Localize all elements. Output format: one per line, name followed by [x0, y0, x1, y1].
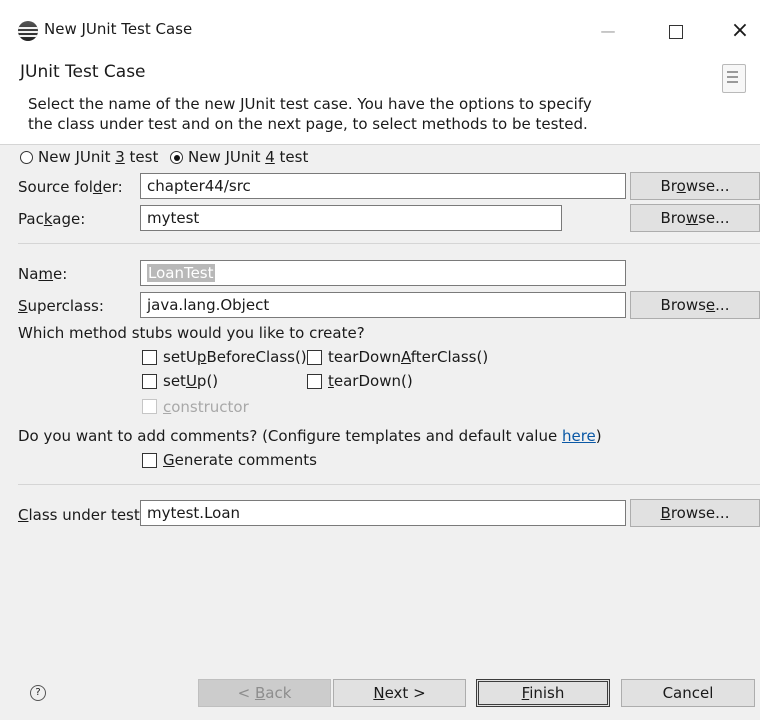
superclass-label: Superclass:	[18, 297, 104, 315]
help-icon[interactable]: ?	[30, 685, 46, 701]
teardownafterclass-checkbox[interactable]	[307, 350, 322, 365]
method-stubs-question: Which method stubs would you like to cre…	[18, 324, 365, 342]
maximize-icon	[669, 24, 683, 39]
generate-comments-label[interactable]: Generate comments	[163, 451, 317, 469]
setup-checkbox[interactable]	[142, 374, 157, 389]
superclass-browse-button[interactable]: Browse...	[630, 291, 760, 319]
junit3-label[interactable]: New JUnit 3 test	[38, 148, 158, 166]
finish-button[interactable]: Finish	[476, 679, 610, 707]
setupbeforeclass-checkbox[interactable]	[142, 350, 157, 365]
separator	[18, 484, 760, 485]
teardownafterclass-label[interactable]: tearDownAfterClass()	[328, 348, 488, 366]
class-under-test-label: Class under test:	[18, 506, 145, 524]
source-folder-input[interactable]: chapter44/src	[140, 173, 626, 199]
wizard-description: Select the name of the new JUnit test ca…	[28, 94, 648, 134]
teardown-label[interactable]: tearDown()	[328, 372, 413, 390]
constructor-checkbox	[142, 399, 157, 414]
wizard-page-icon	[722, 64, 746, 93]
class-under-test-input[interactable]: mytest.Loan	[140, 500, 626, 526]
eclipse-logo-icon	[18, 21, 38, 41]
configure-templates-link[interactable]: here	[562, 427, 596, 445]
wizard-page-title: JUnit Test Case	[20, 62, 146, 82]
setupbeforeclass-label[interactable]: setUpBeforeClass()	[163, 348, 307, 366]
cancel-button[interactable]: Cancel	[621, 679, 755, 707]
name-input[interactable]: LoanTest	[140, 260, 626, 286]
junit3-radio[interactable]	[20, 151, 33, 164]
separator	[18, 243, 760, 244]
superclass-input[interactable]: java.lang.Object	[140, 292, 626, 318]
source-folder-label: Source folder:	[18, 178, 123, 196]
generate-comments-checkbox[interactable]	[142, 453, 157, 468]
package-input[interactable]: mytest	[140, 205, 562, 231]
next-button[interactable]: Next >	[333, 679, 466, 707]
package-browse-button[interactable]: Browse...	[630, 204, 760, 232]
package-label: Package:	[18, 210, 86, 228]
window-title: New JUnit Test Case	[44, 20, 193, 38]
name-value: LoanTest	[147, 264, 215, 282]
comments-question: Do you want to add comments? (Configure …	[18, 427, 602, 445]
description-line-2: the class under test and on the next pag…	[28, 115, 588, 133]
source-folder-browse-button[interactable]: Browse...	[630, 172, 760, 200]
maximize-button[interactable]	[656, 14, 696, 48]
constructor-label: constructor	[163, 398, 249, 416]
setup-label[interactable]: setUp()	[163, 372, 218, 390]
close-button[interactable]: ×	[720, 14, 760, 48]
junit4-radio[interactable]	[170, 151, 183, 164]
back-button: < Back	[198, 679, 331, 707]
class-under-test-browse-button[interactable]: Browse...	[630, 499, 760, 527]
junit4-label[interactable]: New JUnit 4 test	[188, 148, 308, 166]
teardown-checkbox[interactable]	[307, 374, 322, 389]
name-label: Name:	[18, 265, 68, 283]
minimize-button[interactable]: —	[588, 14, 628, 48]
description-line-1: Select the name of the new JUnit test ca…	[28, 95, 592, 113]
